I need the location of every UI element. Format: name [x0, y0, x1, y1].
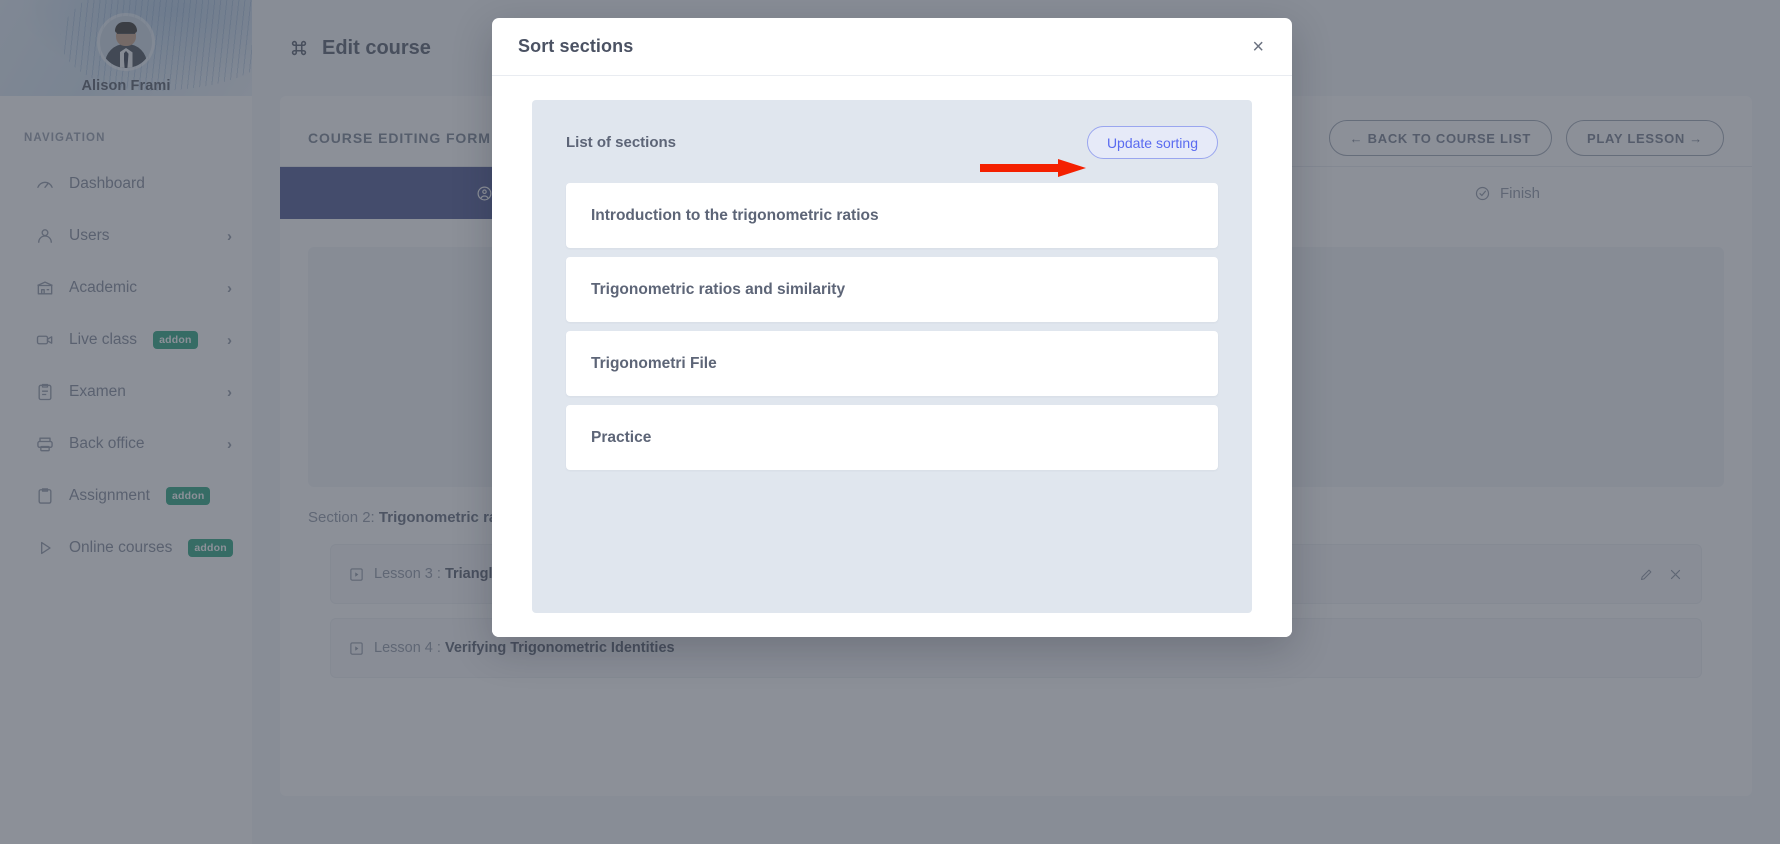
update-sorting-button[interactable]: Update sorting	[1087, 126, 1218, 159]
close-icon[interactable]: ×	[1250, 33, 1266, 61]
sortable-section-list: Introduction to the trigonometric ratios…	[566, 183, 1218, 470]
modal-body: List of sections Update sorting Introduc…	[492, 76, 1292, 637]
sortable-section-item[interactable]: Trigonometri File	[566, 331, 1218, 396]
screen-root: Alison Frami NAVIGATION Dashboard Users …	[0, 0, 1780, 844]
sortable-section-item[interactable]: Practice	[566, 405, 1218, 470]
sort-sections-modal: Sort sections × List of sections Update …	[492, 18, 1292, 637]
modal-header: Sort sections ×	[492, 18, 1292, 76]
sortable-section-item[interactable]: Trigonometric ratios and similarity	[566, 257, 1218, 322]
sort-panel-header: List of sections Update sorting	[566, 126, 1218, 159]
sortable-section-item[interactable]: Introduction to the trigonometric ratios	[566, 183, 1218, 248]
list-of-sections-label: List of sections	[566, 134, 676, 151]
modal-title: Sort sections	[518, 36, 633, 57]
sort-panel: List of sections Update sorting Introduc…	[532, 100, 1252, 613]
